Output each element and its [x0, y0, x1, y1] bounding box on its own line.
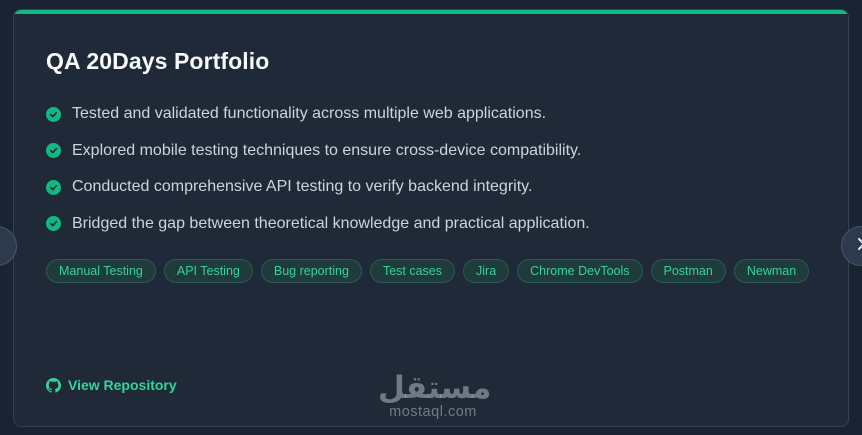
skill-tags: Manual Testing API Testing Bug reporting…	[46, 259, 810, 283]
watermark-arabic: مستقل	[378, 370, 492, 405]
list-item: Conducted comprehensive API testing to v…	[46, 169, 590, 206]
project-card: QA 20Days Portfolio Tested and validated…	[13, 9, 849, 427]
check-circle-icon	[46, 216, 61, 232]
tag-manual-testing: Manual Testing	[46, 259, 156, 283]
check-circle-icon	[46, 179, 61, 195]
tag-bug-reporting: Bug reporting	[260, 259, 362, 283]
github-icon	[46, 377, 61, 393]
feature-list: Tested and validated functionality acros…	[46, 96, 590, 242]
list-item-text: Explored mobile testing techniques to en…	[72, 141, 582, 159]
view-repository-label: View Repository	[68, 377, 177, 393]
tag-postman: Postman	[650, 259, 726, 283]
list-item-text: Tested and validated functionality acros…	[72, 105, 547, 123]
check-circle-icon	[46, 143, 61, 159]
mostaql-watermark: مستقل mostaql.com	[378, 370, 492, 421]
list-item-text: Conducted comprehensive API testing to v…	[72, 178, 533, 196]
tag-test-cases: Test cases	[369, 259, 455, 283]
watermark-latin: mostaql.com	[389, 404, 477, 420]
list-item-text: Bridged the gap between theoretical know…	[72, 214, 590, 232]
list-item: Bridged the gap between theoretical know…	[46, 206, 590, 243]
project-title: QA 20Days Portfolio	[46, 48, 270, 74]
list-item: Explored mobile testing techniques to en…	[46, 133, 590, 170]
tag-newman: Newman	[733, 259, 810, 283]
list-item: Tested and validated functionality acros…	[46, 96, 590, 133]
check-circle-icon	[46, 106, 61, 122]
tag-jira: Jira	[463, 259, 510, 283]
view-repository-link[interactable]: View Repository	[46, 377, 177, 393]
tag-chrome-devtools: Chrome DevTools	[517, 259, 643, 283]
chevron-right-icon	[855, 237, 862, 255]
card-accent-bar	[14, 10, 848, 14]
chevron-left-icon	[0, 237, 3, 255]
page-stage: QA 20Days Portfolio Tested and validated…	[0, 0, 862, 435]
tag-api-testing: API Testing	[163, 259, 253, 283]
